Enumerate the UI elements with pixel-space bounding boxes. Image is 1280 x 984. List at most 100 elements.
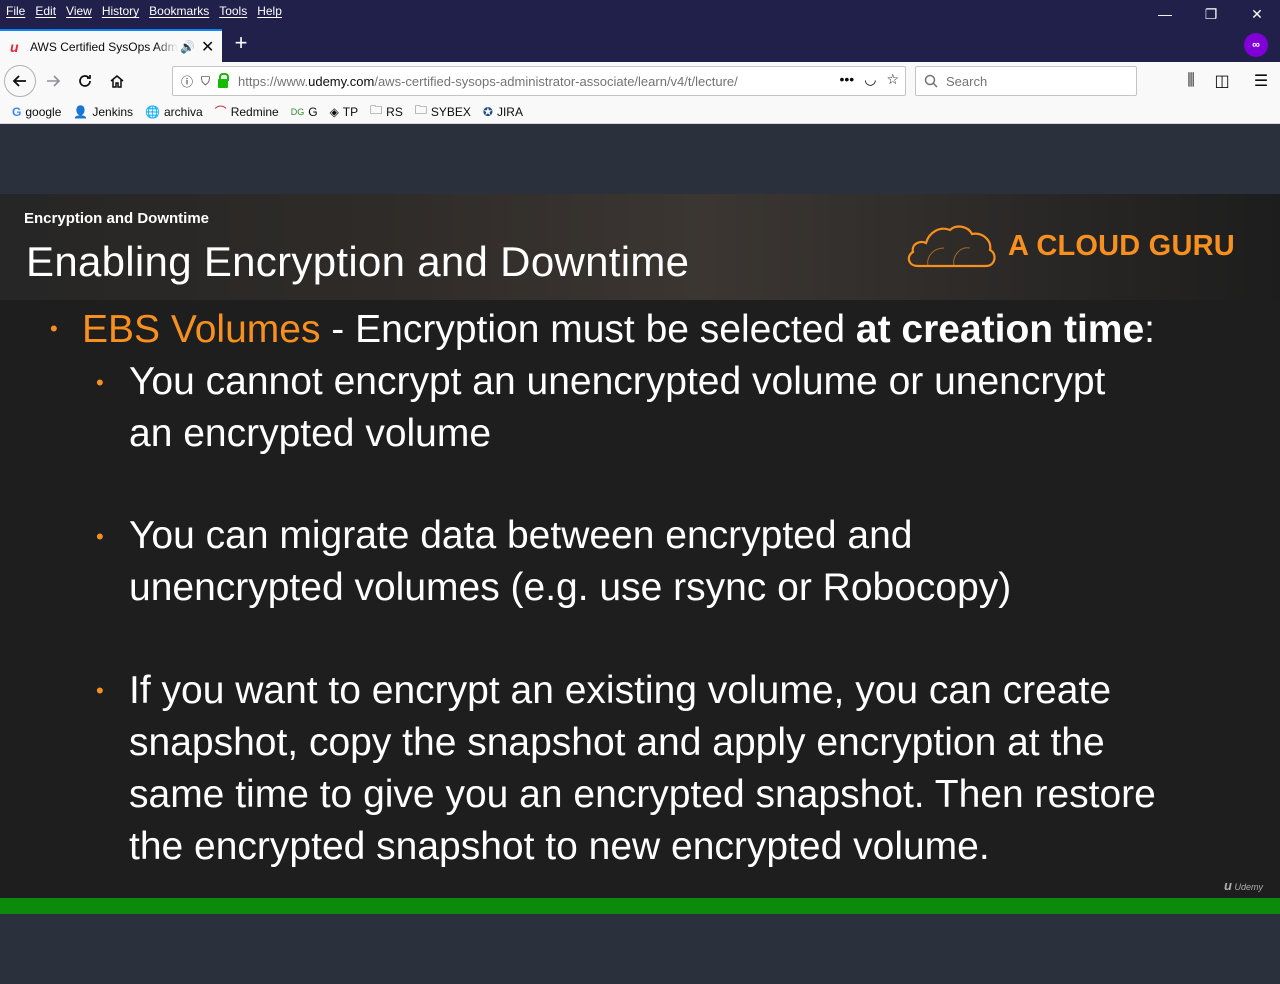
jira-icon: ✪ [482, 104, 493, 119]
url-path: /aws-certified-sysops-administrator-asso… [374, 73, 738, 89]
folder-icon: 🗀 [414, 103, 427, 117]
sub-bullet-1-line-1: You cannot encrypt an unencrypted volume… [129, 360, 1106, 403]
bookmark-rs[interactable]: 🗀 RS [370, 101, 403, 122]
active-tab[interactable]: u AWS Certified SysOps Administrator 🔊 ✕ [0, 29, 222, 62]
back-button[interactable] [4, 65, 36, 97]
title-bar: File Edit View History Bookmarks Tools H… [0, 0, 1280, 62]
sub-bullet-3-line-3: same time to give you an encrypted snaps… [129, 773, 1156, 816]
bookmark-label: archiva [163, 104, 203, 119]
main-bullet-text: - Encryption must be selected [320, 308, 856, 351]
bookmark-tp[interactable]: ◈ TP [330, 105, 359, 119]
jenkins-icon: 👤 [73, 104, 89, 119]
home-button[interactable] [102, 66, 132, 96]
new-tab-button[interactable]: + [230, 32, 252, 54]
bookmark-label: Redmine [230, 104, 279, 119]
menu-history[interactable]: History [102, 0, 139, 22]
google-icon: G [12, 104, 22, 119]
info-icon[interactable]: ⓘ [181, 73, 193, 90]
cloud-guru-logo-icon [907, 225, 996, 268]
main-bullet-colon: : [1144, 308, 1155, 351]
sub-bullet-dot: • [96, 370, 104, 395]
menu-help[interactable]: Help [257, 0, 282, 22]
sub-bullet-3-line-2: snapshot, copy the snapshot and apply en… [129, 721, 1105, 764]
tab-close-button[interactable]: ✕ [201, 37, 214, 57]
lecture-slide: Encryption and Downtime Enabling Encrypt… [0, 194, 1280, 898]
url-text[interactable]: https://www.udemy.com/aws-certified-syso… [238, 74, 786, 89]
tracking-shield-icon[interactable]: ⛉ [201, 74, 210, 89]
slide-header: Encryption and Downtime Enabling Encrypt… [0, 194, 1280, 300]
menu-view[interactable]: View [66, 0, 92, 22]
back-arrow-icon [12, 75, 26, 87]
bookmark-archiva[interactable]: 🌐 archiva [145, 105, 203, 119]
folder-icon: 🗀 [370, 103, 383, 117]
pocket-icon[interactable]: ◡ [864, 71, 876, 88]
sub-bullet-dot: • [96, 524, 104, 549]
reload-button[interactable] [70, 66, 100, 96]
sidebar-icon: ◫ [1214, 73, 1230, 90]
home-icon [110, 75, 124, 88]
search-bar[interactable]: Search [915, 66, 1137, 96]
bookmark-jenkins[interactable]: 👤 Jenkins [73, 105, 133, 119]
redmine-icon: ⌒ [214, 105, 227, 119]
bookmark-redmine[interactable]: ⌒ Redmine [215, 103, 279, 120]
sub-bullet-dot: • [96, 678, 104, 703]
lock-icon[interactable] [218, 72, 230, 88]
private-browsing-icon: ∞ [1244, 33, 1268, 57]
library-button[interactable]: ⫼ [1176, 66, 1206, 96]
bookmark-label: RS [386, 104, 403, 119]
minimize-button[interactable]: — [1142, 0, 1188, 28]
sub-bullet-2-line-2: unencrypted volumes (e.g. use rsync or R… [129, 566, 1012, 609]
open-menu-button[interactable]: ☰ [1246, 66, 1276, 96]
url-bar[interactable]: ⓘ ⛉ https://www.udemy.com/aws-certified-… [172, 66, 906, 96]
bookmark-label: G [308, 104, 318, 119]
slide-title: Enabling Encryption and Downtime [26, 238, 690, 285]
forward-arrow-icon [47, 75, 61, 87]
search-icon [924, 74, 938, 88]
watermark-text: Udemy [1234, 882, 1263, 892]
reload-icon [79, 75, 91, 87]
main-bullet-highlight: EBS Volumes [82, 308, 321, 351]
sub-bullet-2-line-1: You can migrate data between encrypted a… [129, 514, 913, 557]
bookmark-g[interactable]: DG G [291, 105, 318, 119]
menu-tools[interactable]: Tools [219, 0, 247, 22]
bookmark-label: Jenkins [92, 104, 134, 119]
url-host: udemy.com [308, 73, 375, 89]
page-actions-menu-button[interactable]: ••• [840, 71, 855, 88]
udemy-watermark: u Udemy [1224, 878, 1263, 893]
bullet-dot: • [50, 316, 58, 341]
tab-title: AWS Certified SysOps Administrator [30, 39, 178, 54]
restore-button[interactable]: ❐ [1188, 0, 1234, 28]
url-actions: ••• ◡ ☆ [840, 71, 900, 88]
menu-bookmarks[interactable]: Bookmarks [149, 0, 209, 22]
sub-bullet-3-line-4: the encrypted snapshot to new encrypted … [129, 825, 990, 868]
link-icon: DG [290, 106, 305, 117]
udemy-favicon-icon: u [10, 38, 19, 55]
bookmark-jira[interactable]: ✪ JIRA [483, 105, 523, 119]
main-bullet-bold: at creation time [855, 308, 1145, 351]
sidebar-button[interactable]: ◫ [1207, 66, 1237, 96]
bookmark-sybex[interactable]: 🗀 SYBEX [415, 101, 471, 122]
bookmark-star-icon[interactable]: ☆ [886, 71, 899, 88]
bookmark-label: JIRA [496, 104, 523, 119]
speaker-icon[interactable]: 🔊 [180, 40, 195, 54]
library-icon: ⫼ [1187, 72, 1195, 89]
bookmark-label: google [25, 104, 62, 119]
window-controls: — ❐ ✕ [1142, 0, 1280, 28]
bookmark-google[interactable]: Ggoogle [12, 105, 61, 119]
search-placeholder: Search [946, 73, 988, 89]
menu-file[interactable]: File [6, 0, 25, 22]
close-window-button[interactable]: ✕ [1234, 0, 1280, 28]
video-progress-bar[interactable] [0, 898, 1280, 914]
slide-section-title: Encryption and Downtime [24, 210, 210, 227]
url-prefix: https://www. [238, 73, 309, 89]
menu-bar: File Edit View History Bookmarks Tools H… [0, 0, 292, 22]
forward-button[interactable] [38, 66, 68, 96]
globe-icon: 🌐 [145, 104, 160, 119]
tp-icon: ◈ [329, 104, 339, 119]
menu-edit[interactable]: Edit [35, 0, 56, 22]
sub-bullet-1-line-2: an encrypted volume [129, 412, 492, 455]
brand-name: A CLOUD GURU [1008, 230, 1235, 262]
navigation-toolbar: ⓘ ⛉ https://www.udemy.com/aws-certified-… [0, 62, 1280, 100]
bookmarks-toolbar: Ggoogle 👤 Jenkins 🌐 archiva ⌒ Redmine DG G ◈… [0, 100, 1280, 124]
hamburger-menu-icon: ☰ [1253, 73, 1269, 90]
